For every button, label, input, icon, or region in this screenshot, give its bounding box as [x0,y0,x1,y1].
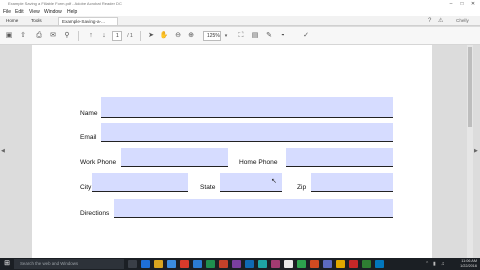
menu-bar: File Edit View Window Help [0,8,480,16]
publisher-icon[interactable] [258,260,267,268]
menu-edit[interactable]: Edit [15,8,24,16]
user-name[interactable]: Chelly [456,17,469,25]
home-phone-field[interactable] [286,148,393,167]
minimize-button[interactable]: – [446,0,456,8]
city-label: City [80,184,92,191]
save-icon[interactable]: ▣ [4,31,14,41]
left-panel-toggle-icon[interactable]: ◀ [1,148,5,154]
toolbar-divider [140,31,141,41]
access-icon[interactable] [271,260,280,268]
task-view-icon[interactable] [128,260,137,268]
network-icon[interactable]: ▮ [433,260,436,268]
work-phone-field[interactable] [121,148,228,167]
work-phone-label: Work Phone [80,159,117,166]
app-icon[interactable] [336,260,345,268]
zoom-select[interactable]: 125% [203,31,221,41]
highlight-icon[interactable]: ╸ [279,31,289,41]
sign-icon[interactable]: ✓ [301,31,311,41]
app-icon[interactable] [349,260,358,268]
print-icon[interactable]: ⎙ [34,31,44,41]
zoom-in-icon[interactable]: ⊕ [186,31,196,41]
clock-date: 1/22/2016 [460,264,477,268]
search-icon[interactable]: ⚲ [62,31,72,41]
title-bar: Example Saving a Fillable Form.pdf - Ado… [0,0,480,8]
next-page-icon[interactable]: ↓ [99,31,109,41]
menu-view[interactable]: View [29,8,40,16]
email-field[interactable] [101,123,393,142]
home-phone-label: Home Phone [239,159,278,166]
app-icon[interactable] [375,260,384,268]
scrollbar-thumb[interactable] [468,47,472,127]
store-icon[interactable] [167,260,176,268]
powerpoint-icon[interactable] [219,260,228,268]
toolbar-divider [78,31,79,41]
zip-field[interactable] [311,173,393,192]
directions-field[interactable] [114,199,393,218]
close-button[interactable]: ✕ [468,0,478,8]
pdf-page: Name Email Work Phone Home Phone City St… [32,45,432,258]
app-icon[interactable] [323,260,332,268]
clock[interactable]: 11:06 AM 1/22/2016 [455,259,477,269]
email-icon[interactable]: ✉ [48,31,58,41]
file-explorer-icon[interactable] [154,260,163,268]
name-field[interactable] [101,97,393,118]
tab-document[interactable]: Example-Saving-a-... [58,17,118,25]
menu-help[interactable]: Help [67,8,77,16]
zoom-out-icon[interactable]: ⊖ [173,31,183,41]
menu-file[interactable]: File [3,8,11,16]
upload-icon[interactable]: ⇧ [18,31,28,41]
toolbar: ▣ ⇧ ⎙ ✉ ⚲ ↑ ↓ 1 / 1 ➤ ✋ ⊖ ⊕ 125% ▾ ⛶ ▤ ✎… [0,27,480,45]
chevron-down-icon[interactable]: ▾ [221,31,231,41]
maximize-button[interactable]: □ [457,0,467,8]
page-number-input[interactable]: 1 [112,31,122,41]
tab-bar: Home Tools Example-Saving-a-... ? ⚠ Chel… [0,16,480,26]
word-icon[interactable] [193,260,202,268]
taskbar: ⊞ Search the web and Windows ⌃ ▮ ♫ 11:06… [0,258,480,270]
comment-icon[interactable]: ✎ [264,31,274,41]
right-panel-toggle-icon[interactable]: ▶ [474,148,478,154]
excel-icon[interactable] [206,260,215,268]
mouse-cursor-icon: ↖ [271,178,277,185]
directions-label: Directions [80,210,110,217]
name-label: Name [80,110,98,117]
tray-chevron-icon[interactable]: ⌃ [425,260,429,268]
volume-icon[interactable]: ♫ [441,260,445,268]
previous-page-icon[interactable]: ↑ [86,31,96,41]
notepad-icon[interactable] [284,260,293,268]
hand-tool-icon[interactable]: ✋ [159,31,169,41]
fit-page-icon[interactable]: ⛶ [236,31,246,41]
tab-tools[interactable]: Tools [28,17,45,25]
state-label: State [200,184,216,191]
onenote-icon[interactable] [232,260,241,268]
taskbar-search-input[interactable]: Search the web and Windows [14,259,124,269]
help-icon[interactable]: ? [428,17,431,25]
notification-bell-icon[interactable]: ⚠ [438,17,443,25]
page-total: / 1 [127,33,133,39]
page-view-icon[interactable]: ▤ [250,31,260,41]
city-field[interactable] [92,173,188,192]
zip-label: Zip [297,184,307,191]
vertical-scrollbar[interactable] [467,45,473,258]
acrobat-icon[interactable] [180,260,189,268]
menu-window[interactable]: Window [44,8,62,16]
firefox-icon[interactable] [310,260,319,268]
outlook-icon[interactable] [245,260,254,268]
window-title: Example Saving a Fillable Form.pdf - Ado… [8,1,122,6]
app-icon[interactable] [362,260,371,268]
email-label: Email [80,134,97,141]
select-cursor-icon[interactable]: ➤ [146,31,156,41]
windows-start-icon[interactable]: ⊞ [2,260,12,268]
chrome-icon[interactable] [297,260,306,268]
edge-icon[interactable] [141,260,150,268]
tab-home[interactable]: Home [3,17,21,25]
